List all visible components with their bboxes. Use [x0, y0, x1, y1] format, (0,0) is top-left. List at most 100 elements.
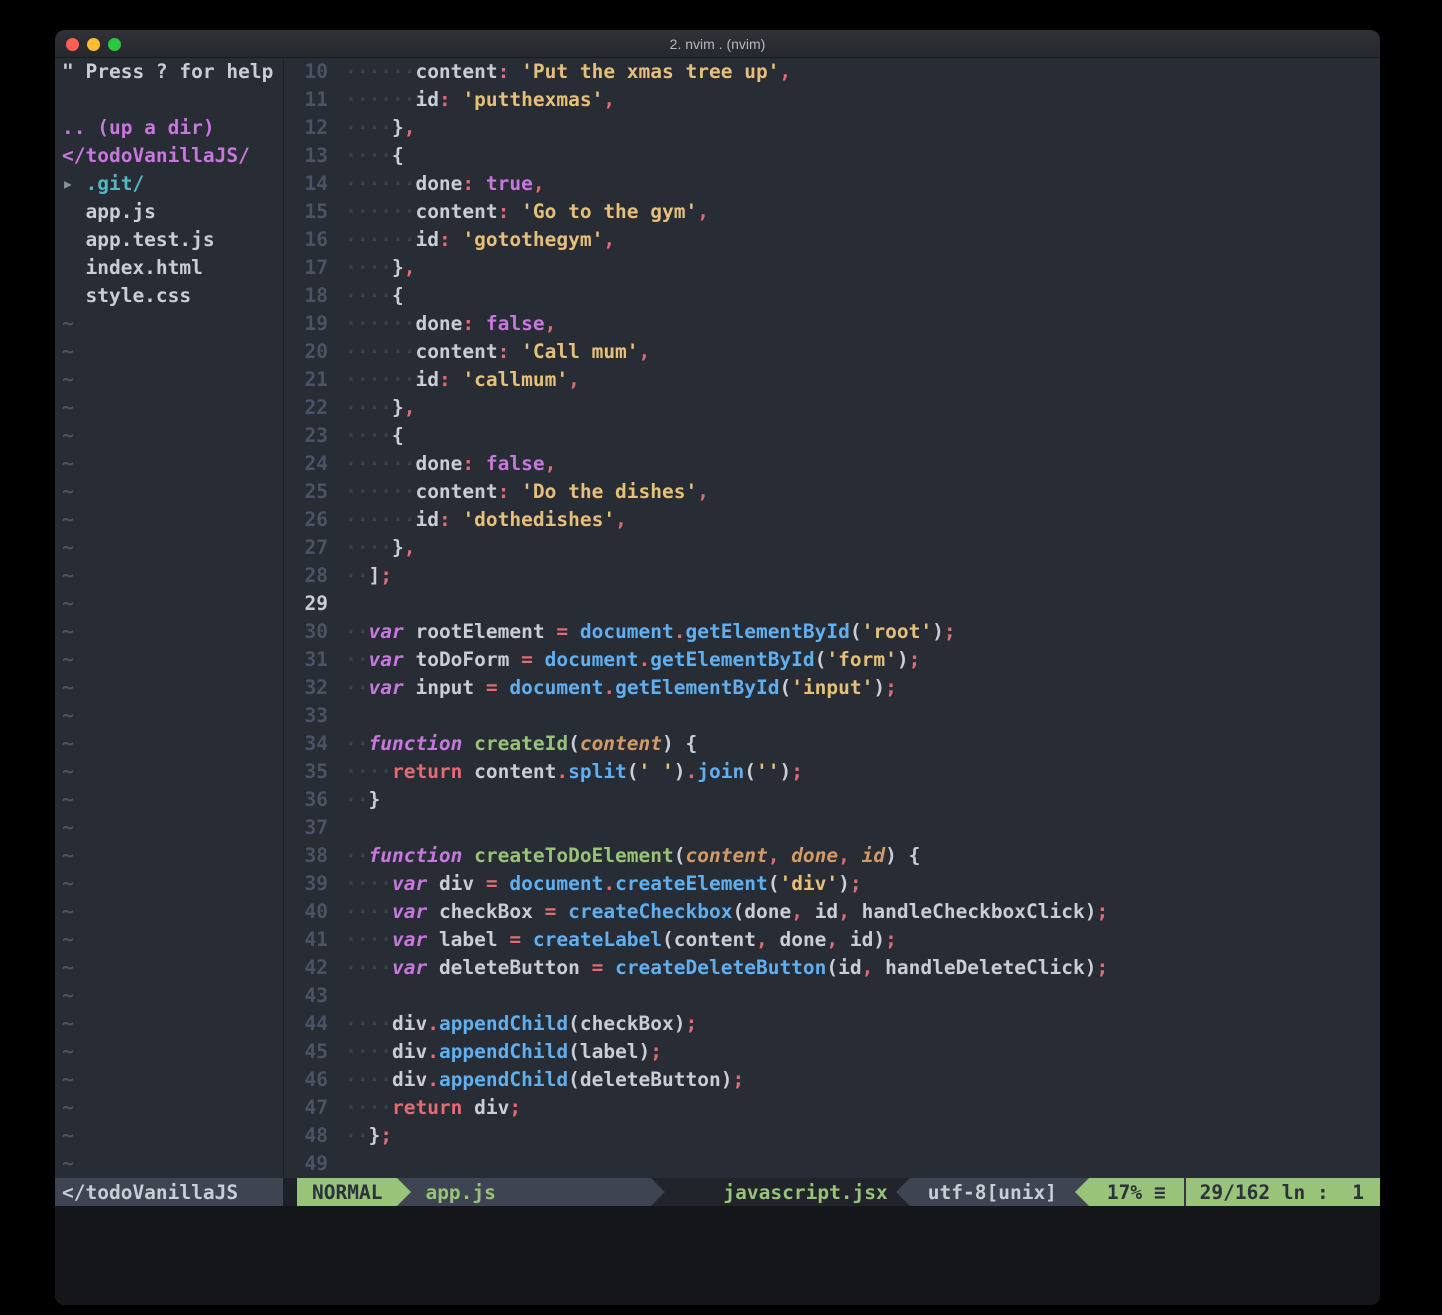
line-text: ······id: 'gotothegym', [345, 226, 615, 254]
code-line[interactable]: 18····{ [284, 282, 1380, 310]
indent-whitespace-dots: ······ [345, 88, 415, 111]
code-line[interactable]: 20······content: 'Call mum', [284, 338, 1380, 366]
code-line[interactable]: 34··function createId(content) { [284, 730, 1380, 758]
code-line[interactable]: 14······done: true, [284, 170, 1380, 198]
line-text: ····}, [345, 394, 415, 422]
indent-whitespace-dots: ···· [345, 424, 392, 447]
statusline-scroll-percent: 17% ≡ [1089, 1178, 1184, 1206]
code-line[interactable]: 42····var deleteButton = createDeleteBut… [284, 954, 1380, 982]
code-line[interactable]: 48··}; [284, 1122, 1380, 1150]
code-line[interactable]: 40····var checkBox = createCheckbox(done… [284, 898, 1380, 926]
empty-line-tilde: ~ [55, 338, 283, 366]
indent-whitespace-dots: ···· [345, 396, 392, 419]
line-text: ····{ [345, 422, 404, 450]
indent-whitespace-dots: ···· [345, 144, 392, 167]
line-number: 40 [284, 898, 328, 926]
file-explorer: " Press ? for help.. (up a dir)</todoVan… [55, 58, 283, 1178]
terminal-window: 2. nvim . (nvim) " Press ? for help .. (u… [55, 30, 1380, 1305]
code-line[interactable]: 44····div.appendChild(checkBox); [284, 1010, 1380, 1038]
empty-line-tilde: ~ [55, 422, 283, 450]
empty-line-tilde: ~ [55, 982, 283, 1010]
code-line[interactable]: 25······content: 'Do the dishes', [284, 478, 1380, 506]
code-line[interactable]: 36··} [284, 786, 1380, 814]
indent-whitespace-dots: ···· [345, 256, 392, 279]
code-line[interactable]: 24······done: false, [284, 450, 1380, 478]
titlebar[interactable]: 2. nvim . (nvim) [55, 30, 1380, 58]
line-text: ····div.appendChild(deleteButton); [345, 1066, 744, 1094]
code-line[interactable]: 45····div.appendChild(label); [284, 1038, 1380, 1066]
code-line[interactable]: 46····div.appendChild(deleteButton); [284, 1066, 1380, 1094]
empty-line-tilde: ~ [55, 674, 283, 702]
code-line[interactable]: 17····}, [284, 254, 1380, 282]
empty-line-tilde: ~ [55, 786, 283, 814]
explorer-item-index-html[interactable]: index.html [55, 254, 283, 282]
line-number: 47 [284, 1094, 328, 1122]
line-text: ····{ [345, 142, 404, 170]
statusline-filename: app.js [411, 1178, 651, 1206]
code-line[interactable]: 15······content: 'Go to the gym', [284, 198, 1380, 226]
powerline-separator [651, 1178, 665, 1206]
code-line[interactable]: 19······done: false, [284, 310, 1380, 338]
code-line[interactable]: 33 [284, 702, 1380, 730]
explorer-blank-line [55, 86, 283, 114]
indent-whitespace-dots: ···· [345, 1096, 392, 1119]
code-line[interactable]: 29 [284, 590, 1380, 618]
code-line[interactable]: 31··var toDoForm = document.getElementBy… [284, 646, 1380, 674]
line-text: ····var deleteButton = createDeleteButto… [345, 954, 1108, 982]
code-line[interactable]: 16 ······id: 'gotothegym', [284, 226, 1380, 254]
line-text: ····div.appendChild(label); [345, 1038, 662, 1066]
code-line[interactable]: 47····return div; [284, 1094, 1380, 1122]
code-line[interactable]: 11······id: 'putthexmas', [284, 86, 1380, 114]
explorer-item-up-dir[interactable]: .. (up a dir) [55, 114, 283, 142]
powerline-separator [1075, 1178, 1089, 1206]
statusline-buffer-name: </todoVanillaJS [55, 1178, 283, 1206]
explorer-item-git-dir[interactable]: ▸ .git/ [55, 170, 283, 198]
code-line[interactable]: 28··]; [284, 562, 1380, 590]
empty-line-tilde: ~ [55, 618, 283, 646]
code-line[interactable]: 38··function createToDoElement(content, … [284, 842, 1380, 870]
empty-line-tilde: ~ [55, 590, 283, 618]
line-number: 37 [284, 814, 328, 842]
code-line[interactable]: 30··var rootElement = document.getElemen… [284, 618, 1380, 646]
code-line[interactable]: 41····var label = createLabel(content, d… [284, 926, 1380, 954]
line-text: ····var div = document.createElement('di… [345, 870, 862, 898]
indent-whitespace-dots: ···· [345, 900, 392, 923]
code-line[interactable]: 22 ····}, [284, 394, 1380, 422]
line-number: 14 [284, 170, 328, 198]
line-number: 32 [284, 674, 328, 702]
code-line[interactable]: 13····{ [284, 142, 1380, 170]
line-text: ····return content.split(' ').join(''); [345, 758, 803, 786]
empty-line-tilde: ~ [55, 646, 283, 674]
code-line[interactable]: 26······id: 'dothedishes', [284, 506, 1380, 534]
code-line[interactable]: 37 [284, 814, 1380, 842]
code-line[interactable]: 35····return content.split(' ').join('')… [284, 758, 1380, 786]
powerline-separator [397, 1178, 411, 1206]
code-line[interactable]: 10······content: 'Put the xmas tree up', [284, 58, 1380, 86]
code-line[interactable]: 21······id: 'callmum', [284, 366, 1380, 394]
code-line[interactable]: 43 [284, 982, 1380, 1010]
code-line[interactable]: 39····var div = document.createElement('… [284, 870, 1380, 898]
explorer-item-label: style.css [62, 284, 191, 307]
code-line[interactable]: 49 [284, 1150, 1380, 1178]
explorer-item-label: app.test.js [62, 228, 215, 251]
explorer-item-app-js[interactable]: app.js [55, 198, 283, 226]
command-line [55, 1206, 1380, 1305]
explorer-item-app-test-js[interactable]: app.test.js [55, 226, 283, 254]
line-text: ··var input = document.getElementById('i… [345, 674, 897, 702]
code-line[interactable]: 27····}, [284, 534, 1380, 562]
explorer-item-style-css[interactable]: style.css [55, 282, 283, 310]
line-number: 16 [284, 226, 328, 254]
code-line[interactable]: 32 ··var input = document.getElementById(… [284, 674, 1380, 702]
indent-whitespace-dots: ······ [345, 508, 415, 531]
code-line[interactable]: 23····{ [284, 422, 1380, 450]
code-line[interactable]: 12····}, [284, 114, 1380, 142]
line-text: ····}, [345, 534, 415, 562]
empty-line-tilde: ~ [55, 450, 283, 478]
line-text: ······id: 'putthexmas', [345, 86, 615, 114]
empty-line-tilde: ~ [55, 394, 283, 422]
indent-whitespace-dots: ···· [345, 1068, 392, 1091]
line-number: 21 [284, 366, 328, 394]
line-number: 22 [284, 394, 328, 422]
line-number: 20 [284, 338, 328, 366]
explorer-help-banner: " Press ? for help [55, 58, 283, 86]
